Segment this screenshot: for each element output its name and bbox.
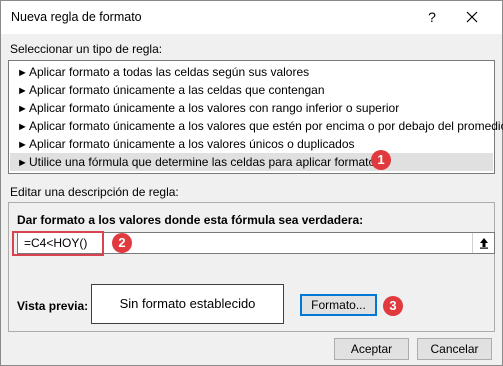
arrow-right-icon: ►	[17, 157, 28, 169]
new-format-rule-dialog: Nueva regla de formato ? Seleccionar un …	[0, 0, 503, 366]
formula-heading: Dar formato a los valores donde esta fór…	[17, 213, 364, 227]
rule-type-item-label: Aplicar formato a todas las celdas según…	[29, 65, 310, 79]
rule-description-panel: Dar formato a los valores donde esta fór…	[8, 202, 495, 332]
rule-type-item[interactable]: ►Aplicar formato únicamente a los valore…	[10, 135, 493, 153]
close-button[interactable]	[460, 5, 484, 29]
collapse-arrow-icon	[480, 238, 488, 249]
rule-type-list[interactable]: ►Aplicar formato a todas las celdas segú…	[8, 60, 503, 174]
arrow-right-icon: ►	[17, 121, 28, 133]
rule-type-item[interactable]: ►Aplicar formato únicamente a los valore…	[10, 117, 503, 135]
rule-type-item-label: Aplicar formato únicamente a los valores…	[29, 137, 355, 151]
formula-highlight	[12, 231, 104, 256]
arrow-right-icon: ►	[17, 103, 28, 115]
callout-badge-2: 2	[112, 233, 132, 253]
title-bar: Nueva regla de formato ?	[1, 1, 502, 34]
rule-type-item-label: Aplicar formato únicamente a los valores…	[29, 119, 503, 133]
arrow-right-icon: ►	[17, 67, 28, 79]
rule-type-item-label: Aplicar formato únicamente a las celdas …	[29, 83, 325, 97]
dialog-title: Nueva regla de formato	[11, 10, 142, 24]
rule-type-item-label: Aplicar formato únicamente a los valores…	[29, 101, 400, 115]
close-icon	[466, 11, 478, 23]
rule-type-item-selected[interactable]: ►Utilice una fórmula que determine las c…	[10, 153, 493, 171]
preview-label: Vista previa:	[17, 299, 89, 313]
callout-badge-3: 3	[383, 296, 403, 316]
help-button[interactable]: ?	[421, 5, 443, 29]
collapse-dialog-button[interactable]	[472, 233, 494, 253]
rule-type-label: Seleccionar un tipo de regla:	[10, 42, 163, 56]
cancel-button[interactable]: Cancelar	[417, 338, 492, 360]
rule-type-item[interactable]: ►Aplicar formato únicamente a los valore…	[10, 99, 493, 117]
rule-type-item-label: Utilice una fórmula que determine las ce…	[29, 155, 379, 169]
rule-description-label: Editar una descripción de regla:	[10, 185, 179, 199]
format-preview: Sin formato establecido	[91, 284, 284, 324]
rule-type-item[interactable]: ►Aplicar formato a todas las celdas segú…	[10, 63, 493, 81]
accept-button[interactable]: Aceptar	[334, 338, 409, 360]
rule-type-item[interactable]: ►Aplicar formato únicamente a las celdas…	[10, 81, 493, 99]
arrow-right-icon: ►	[17, 139, 28, 151]
callout-badge-1: 1	[371, 150, 391, 170]
arrow-right-icon: ►	[17, 85, 28, 97]
format-button[interactable]: Formato...	[300, 294, 377, 316]
